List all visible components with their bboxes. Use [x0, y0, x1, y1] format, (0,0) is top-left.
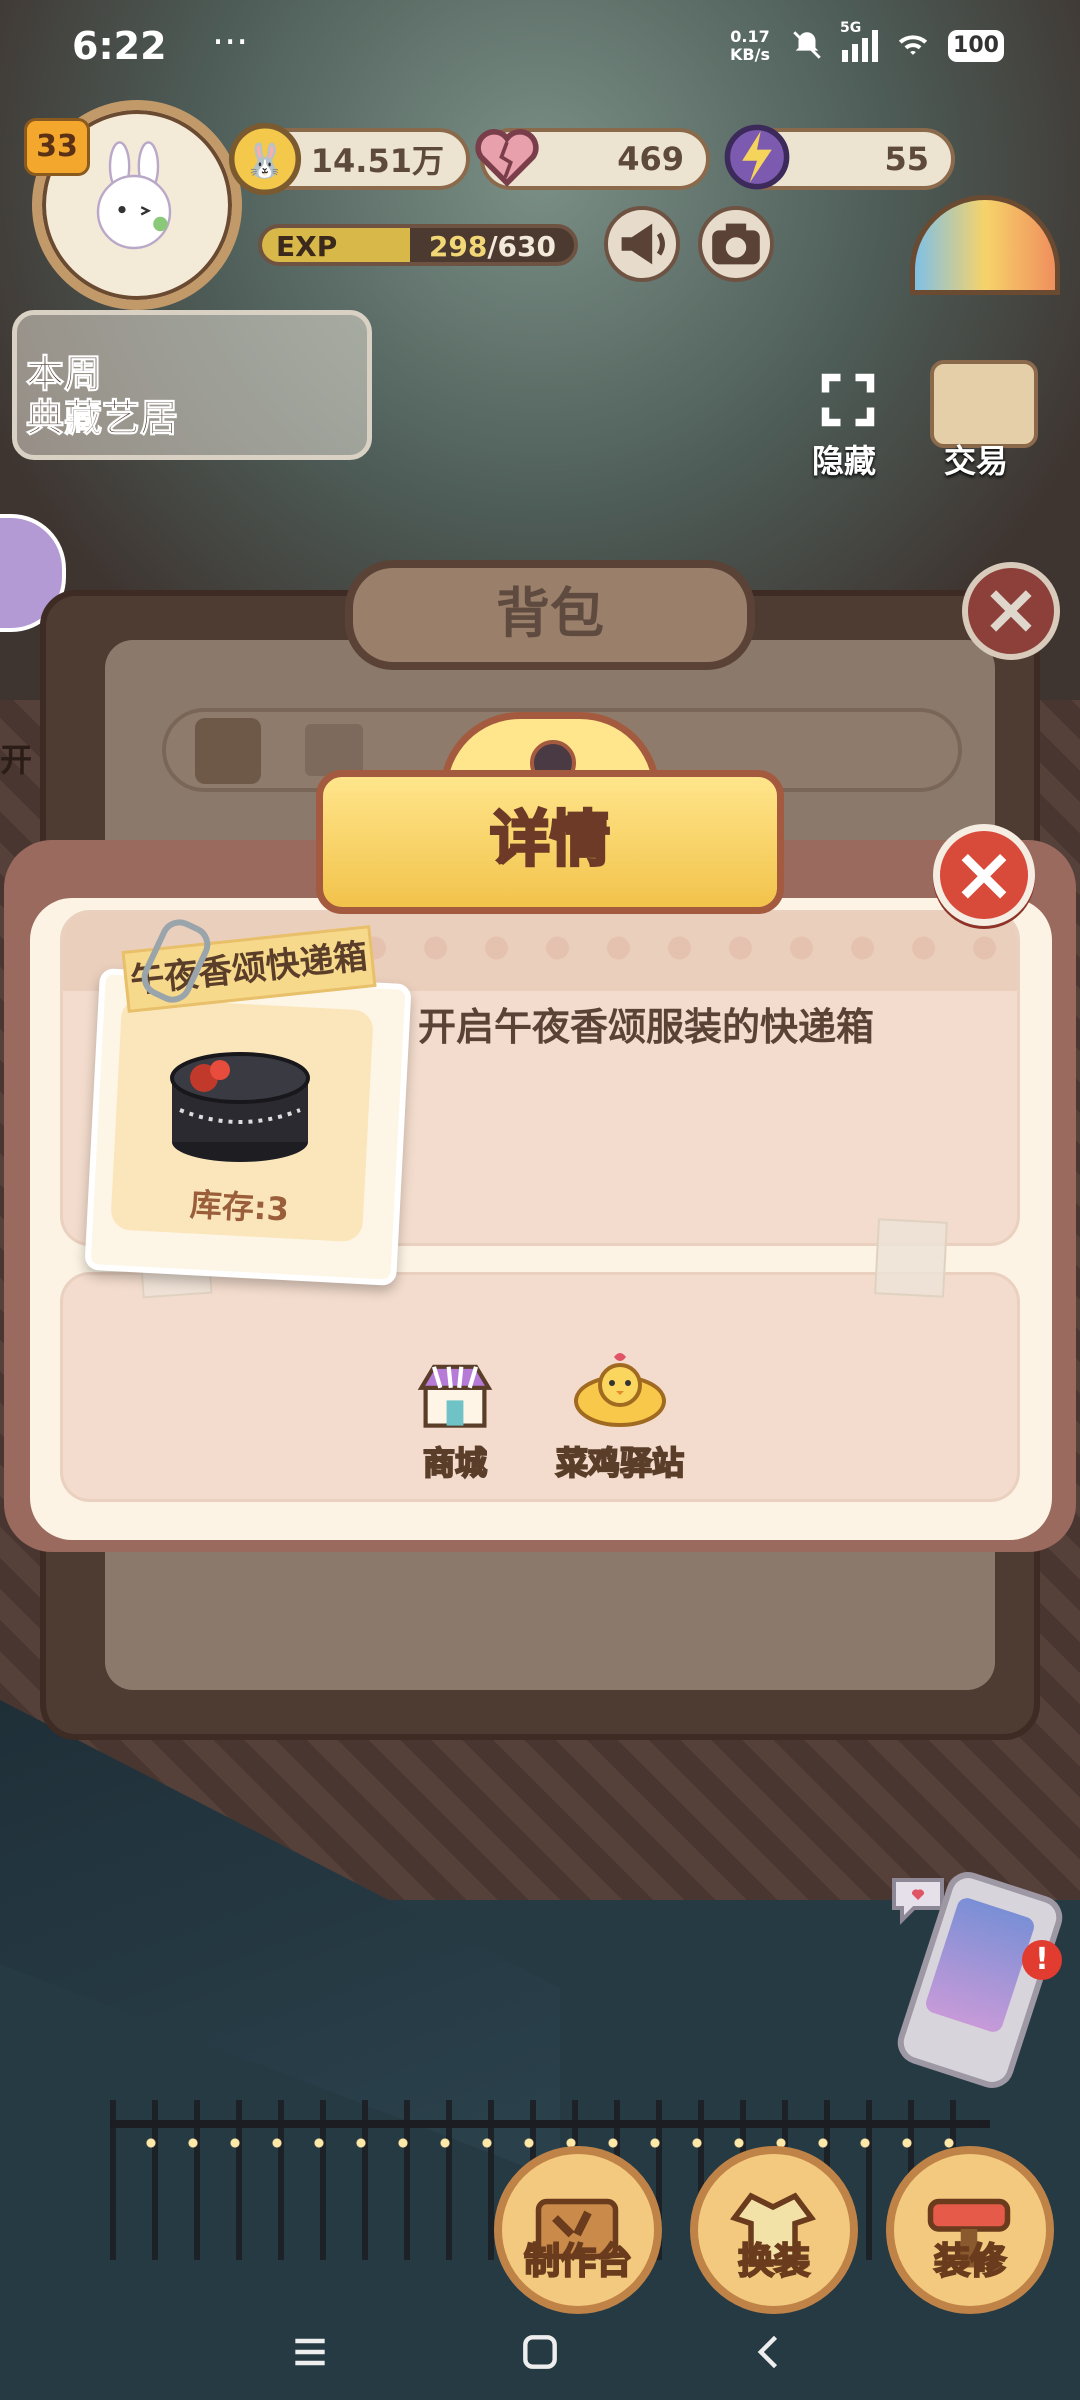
- source-shop-button[interactable]: 商城: [405, 1350, 505, 1484]
- coins-value: 14.51万: [310, 142, 444, 180]
- exp-current: 298: [428, 230, 488, 263]
- weekly-line2: 典藏艺居: [25, 396, 179, 441]
- fence-rail: [110, 2120, 990, 2128]
- exp-max: /630: [487, 230, 556, 263]
- trade-button[interactable]: 交易: [944, 436, 1008, 482]
- bell-muted-icon: [793, 31, 821, 59]
- weekly-collection-text: 本周 典藏艺居: [25, 352, 179, 441]
- item-description: 开启午夜香颂服装的快递箱: [418, 1005, 875, 1049]
- system-nav-bar: [0, 2330, 1080, 2400]
- string-lights: [130, 2135, 970, 2151]
- tape-right: [874, 1218, 948, 1298]
- detail-title: 详情: [316, 770, 784, 914]
- trade-box-icon: [930, 360, 1038, 448]
- recent-apps-icon[interactable]: [288, 2330, 332, 2374]
- megaphone-icon: [621, 223, 665, 265]
- weekly-line1: 本周: [25, 352, 103, 397]
- net-speed-unit: KB/s: [730, 45, 770, 64]
- tab-all-grid-icon[interactable]: [195, 718, 261, 784]
- broken-heart-icon: [475, 129, 539, 187]
- more-dots-icon: ···: [212, 20, 249, 64]
- tab-box-icon[interactable]: [305, 724, 363, 776]
- hearts-value: 469: [617, 140, 684, 178]
- level-badge: 33: [24, 118, 90, 176]
- detail-close-button[interactable]: ×: [933, 824, 1035, 926]
- camera-icon: [712, 223, 760, 265]
- wifi-icon: [898, 35, 928, 55]
- fullscreen-hide-icon: [821, 373, 875, 427]
- status-icons: 5G: [790, 20, 930, 62]
- shop-icon: [417, 1364, 493, 1428]
- lightning-glove-icon: [724, 124, 790, 190]
- source-chick-station-label: 菜鸡驿站: [555, 1443, 685, 1483]
- exp-bar: EXP 298/630: [258, 224, 578, 266]
- bunny-avatar-icon: [96, 141, 172, 250]
- net-speed-value: 0.17: [730, 27, 770, 46]
- source-chick-station-button[interactable]: 菜鸡驿站: [540, 1344, 700, 1484]
- workbench-label: 制作台: [523, 2240, 633, 2283]
- dress-up-label: 换装: [737, 2240, 811, 2283]
- item-stock: 库存:3: [188, 1185, 290, 1229]
- home-icon[interactable]: [518, 2330, 562, 2374]
- camera-button[interactable]: [698, 206, 774, 282]
- svg-text:🐰: 🐰: [244, 141, 285, 180]
- back-icon[interactable]: [748, 2330, 792, 2374]
- announcement-button[interactable]: [604, 206, 680, 282]
- dress-up-button[interactable]: [690, 2146, 858, 2314]
- hide-button[interactable]: 隐藏: [812, 436, 876, 482]
- partial-side-label: 开: [0, 741, 33, 779]
- exp-label: EXP: [276, 230, 338, 263]
- network-type: 5G: [840, 20, 862, 36]
- source-shop-label: 商城: [422, 1443, 488, 1483]
- notification-alert-icon: !: [1022, 1940, 1062, 1980]
- net-speed: 0.17 KB/s: [730, 28, 770, 64]
- energy-value: 55: [884, 140, 929, 178]
- chick-station-icon: [574, 1353, 666, 1427]
- decorate-label: 装修: [933, 2240, 1007, 2283]
- exp-value: 298/630: [428, 230, 556, 263]
- backpack-close-button[interactable]: ×: [962, 562, 1060, 660]
- backpack-title: 背包: [345, 560, 755, 670]
- decorative-dots: [283, 933, 1017, 963]
- status-bar: 6:22 ··· 0.17 KB/s 5G 100: [0, 0, 1080, 100]
- status-time: 6:22: [72, 24, 167, 68]
- workbench-button[interactable]: [494, 2146, 662, 2314]
- decorate-button[interactable]: [886, 2146, 1054, 2314]
- battery-indicator: 100: [948, 30, 1004, 62]
- signal-icon: 5G: [840, 20, 880, 62]
- coin-icon: 🐰: [228, 122, 302, 196]
- black-gift-box-icon: [170, 1052, 310, 1162]
